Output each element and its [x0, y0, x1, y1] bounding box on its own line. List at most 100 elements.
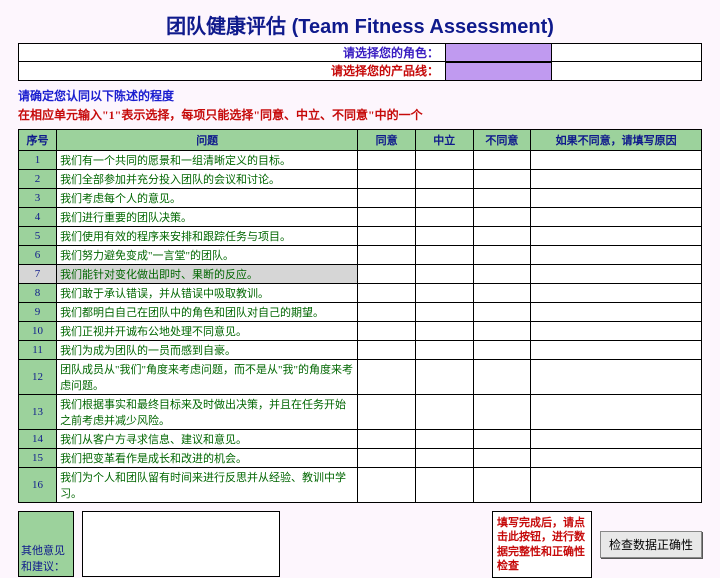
agree-cell[interactable]: [358, 430, 416, 449]
disagree-cell[interactable]: [473, 360, 531, 395]
table-row: 14我们从客户方寻求信息、建议和意见。: [19, 430, 702, 449]
reason-cell[interactable]: [531, 151, 702, 170]
row-question: 团队成员从"我们"角度来考虑问题，而不是从"我"的角度来考虑问题。: [57, 360, 358, 395]
table-row: 10我们正视并开诚布公地处理不同意见。: [19, 322, 702, 341]
row-question: 我们敢于承认错误，并从错误中吸取教训。: [57, 284, 358, 303]
neutral-cell[interactable]: [415, 303, 473, 322]
table-row: 9我们都明白自己在团队中的角色和团队对自己的期望。: [19, 303, 702, 322]
agree-cell[interactable]: [358, 227, 416, 246]
col-agree: 同意: [358, 130, 416, 151]
reason-cell[interactable]: [531, 322, 702, 341]
table-row: 8我们敢于承认错误，并从错误中吸取教训。: [19, 284, 702, 303]
agree-cell[interactable]: [358, 265, 416, 284]
reason-cell[interactable]: [531, 449, 702, 468]
neutral-cell[interactable]: [415, 208, 473, 227]
agree-cell[interactable]: [358, 170, 416, 189]
role-select[interactable]: [445, 44, 552, 62]
role-extra: [552, 44, 701, 62]
row-num: 11: [19, 341, 57, 360]
disagree-cell[interactable]: [473, 208, 531, 227]
row-question: 我们有一个共同的愿景和一组清晰定义的目标。: [57, 151, 358, 170]
reason-cell[interactable]: [531, 227, 702, 246]
table-row: 15我们把变革看作是成长和改进的机会。: [19, 449, 702, 468]
product-extra: [552, 62, 701, 80]
agree-cell[interactable]: [358, 246, 416, 265]
agree-cell[interactable]: [358, 449, 416, 468]
col-question: 问题: [57, 130, 358, 151]
instruction-line-2: 在相应单元输入"1"表示选择，每项只能选择"同意、中立、不同意"中的一个: [18, 106, 702, 123]
reason-cell[interactable]: [531, 303, 702, 322]
row-num: 4: [19, 208, 57, 227]
neutral-cell[interactable]: [415, 430, 473, 449]
neutral-cell[interactable]: [415, 189, 473, 208]
row-num: 1: [19, 151, 57, 170]
disagree-cell[interactable]: [473, 395, 531, 430]
table-row: 1我们有一个共同的愿景和一组清晰定义的目标。: [19, 151, 702, 170]
table-row: 13我们根据事实和最终目标来及时做出决策，并且在任务开始之前考虑并减少风险。: [19, 395, 702, 430]
row-num: 7: [19, 265, 57, 284]
agree-cell[interactable]: [358, 341, 416, 360]
row-question: 我们都明白自己在团队中的角色和团队对自己的期望。: [57, 303, 358, 322]
neutral-cell[interactable]: [415, 227, 473, 246]
agree-cell[interactable]: [358, 208, 416, 227]
product-label: 请选择您的产品线：: [19, 62, 445, 80]
agree-cell[interactable]: [358, 360, 416, 395]
disagree-cell[interactable]: [473, 303, 531, 322]
reason-cell[interactable]: [531, 468, 702, 503]
disagree-cell[interactable]: [473, 246, 531, 265]
reason-cell[interactable]: [531, 265, 702, 284]
neutral-cell[interactable]: [415, 341, 473, 360]
product-select[interactable]: [445, 62, 552, 80]
disagree-cell[interactable]: [473, 265, 531, 284]
neutral-cell[interactable]: [415, 246, 473, 265]
disagree-cell[interactable]: [473, 151, 531, 170]
neutral-cell[interactable]: [415, 170, 473, 189]
neutral-cell[interactable]: [415, 151, 473, 170]
row-num: 14: [19, 430, 57, 449]
reason-cell[interactable]: [531, 430, 702, 449]
disagree-cell[interactable]: [473, 468, 531, 503]
reason-cell[interactable]: [531, 341, 702, 360]
disagree-cell[interactable]: [473, 322, 531, 341]
table-row: 4我们进行重要的团队决策。: [19, 208, 702, 227]
agree-cell[interactable]: [358, 151, 416, 170]
neutral-cell[interactable]: [415, 265, 473, 284]
table-row: 16我们为个人和团队留有时间来进行反思并从经验、教训中学习。: [19, 468, 702, 503]
disagree-cell[interactable]: [473, 430, 531, 449]
row-question: 我们能针对变化做出即时、果断的反应。: [57, 265, 358, 284]
agree-cell[interactable]: [358, 468, 416, 503]
reason-cell[interactable]: [531, 395, 702, 430]
reason-cell[interactable]: [531, 208, 702, 227]
neutral-cell[interactable]: [415, 322, 473, 341]
agree-cell[interactable]: [358, 189, 416, 208]
disagree-cell[interactable]: [473, 341, 531, 360]
disagree-cell[interactable]: [473, 170, 531, 189]
row-num: 3: [19, 189, 57, 208]
reason-cell[interactable]: [531, 170, 702, 189]
row-question: 我们使用有效的程序来安排和跟踪任务与项目。: [57, 227, 358, 246]
agree-cell[interactable]: [358, 395, 416, 430]
reason-cell[interactable]: [531, 360, 702, 395]
validate-button[interactable]: 检查数据正确性: [600, 531, 702, 558]
neutral-cell[interactable]: [415, 468, 473, 503]
disagree-cell[interactable]: [473, 227, 531, 246]
disagree-cell[interactable]: [473, 189, 531, 208]
row-num: 8: [19, 284, 57, 303]
row-num: 15: [19, 449, 57, 468]
neutral-cell[interactable]: [415, 284, 473, 303]
table-row: 5我们使用有效的程序来安排和跟踪任务与项目。: [19, 227, 702, 246]
agree-cell[interactable]: [358, 284, 416, 303]
neutral-cell[interactable]: [415, 395, 473, 430]
reason-cell[interactable]: [531, 189, 702, 208]
neutral-cell[interactable]: [415, 360, 473, 395]
col-disagree: 不同意: [473, 130, 531, 151]
agree-cell[interactable]: [358, 322, 416, 341]
neutral-cell[interactable]: [415, 449, 473, 468]
selector-box: 请选择您的角色： 请选择您的产品线：: [18, 43, 702, 81]
agree-cell[interactable]: [358, 303, 416, 322]
reason-cell[interactable]: [531, 246, 702, 265]
disagree-cell[interactable]: [473, 449, 531, 468]
reason-cell[interactable]: [531, 284, 702, 303]
row-question: 我们正视并开诚布公地处理不同意见。: [57, 322, 358, 341]
disagree-cell[interactable]: [473, 284, 531, 303]
